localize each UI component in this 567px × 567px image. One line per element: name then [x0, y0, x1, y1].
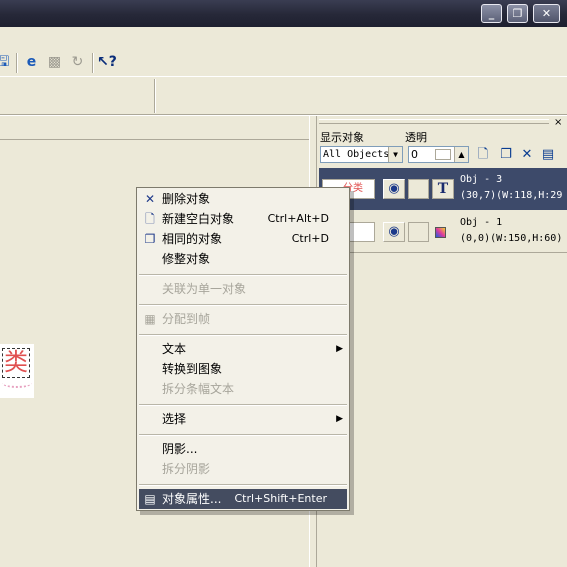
object-filter-value: All Objects [323, 149, 390, 160]
object-row[interactable]: 分类 ◉ T Obj - 3 (30,7)(W:118,H:29 [319, 168, 567, 210]
menu-item-label: 新建空白对象 [162, 212, 235, 226]
canvas-ruler [0, 116, 312, 140]
transparency-slider[interactable] [435, 149, 451, 160]
menu-item-trim[interactable]: 修整对象 [139, 249, 347, 269]
menu-item-label: 分配到帧 [162, 312, 211, 326]
selection-marquee [2, 348, 30, 378]
menu-item-duplicate[interactable]: ❐ 相同的对象 Ctrl+D [139, 229, 347, 249]
menu-item-shortcut: Ctrl+D [291, 232, 329, 245]
minimize-button[interactable]: _ [481, 4, 502, 23]
chevron-down-icon[interactable]: ▼ [388, 147, 402, 162]
panel-close-icon[interactable]: × [554, 117, 562, 128]
object-list: 分类 ◉ T Obj - 3 (30,7)(W:118,H:29 ◉ Obj -… [319, 168, 567, 254]
show-objects-label: 显示对象 [320, 131, 364, 144]
transparency-label: 透明 [405, 131, 427, 144]
menu-separator [139, 484, 347, 486]
object-name: Obj - 3 [460, 174, 503, 185]
toolbar-separator [16, 53, 18, 73]
new-object-icon: 🗋 [145, 212, 155, 226]
title-bar: _ ❐ ✕ [0, 0, 567, 27]
decoration-swirl [2, 378, 32, 388]
menu-item-assign-frame[interactable]: ▦ 分配到帧 [139, 309, 347, 329]
menu-item-label: 阴影... [162, 442, 198, 456]
object-geometry: (0,0)(W:150,H:60) [460, 233, 563, 244]
close-button[interactable]: ✕ [533, 4, 560, 23]
image-object-type-icon [435, 227, 446, 238]
toolbar-splitter [154, 79, 156, 113]
delete-icon: ✕ [144, 192, 156, 206]
object-properties-icon[interactable]: ▤ [539, 146, 557, 164]
delete-object-icon[interactable]: ✕ [518, 146, 536, 164]
toolbar-separator [92, 53, 94, 73]
object-panel: × 显示对象 透明 All Objects ▼ 0 ▲ 🗋 ❐ ✕ ▤ 分类 ◉… [317, 116, 567, 567]
menu-separator [139, 274, 347, 276]
menu-item-label: 转换到图象 [162, 362, 223, 376]
object-name: Obj - 1 [460, 217, 503, 228]
menu-item-to-image[interactable]: 转换到图象 [139, 359, 347, 379]
object-row[interactable]: ◉ Obj - 1 (0,0)(W:150,H:60) [319, 211, 567, 253]
transparency-input[interactable]: 0 ▲ [408, 146, 469, 163]
lock-toggle[interactable] [408, 222, 429, 242]
menu-item-text[interactable]: 文本 ▶ [139, 339, 347, 359]
object-geometry: (30,7)(W:118,H:29 [460, 190, 563, 201]
menu-item-new-blank[interactable]: 🗋 新建空白对象 Ctrl+Alt+D [139, 209, 347, 229]
menu-item-shortcut: Ctrl+Alt+D [267, 212, 329, 225]
refresh-icon[interactable]: ↻ [68, 53, 87, 72]
object-filter-select[interactable]: All Objects ▼ [320, 146, 403, 163]
new-object-icon[interactable]: 🗋 [474, 146, 492, 164]
panel-empty-area [317, 254, 567, 567]
duplicate-object-icon[interactable]: ❐ [497, 146, 515, 164]
menu-item-label: 拆分阴影 [162, 462, 211, 476]
menu-item-label: 文本 [162, 342, 187, 356]
save-icon[interactable]: 🖫 [0, 53, 13, 72]
submenu-arrow-icon: ▶ [336, 344, 343, 354]
preview-icon[interactable]: ▩ [45, 53, 64, 72]
menu-item-delete[interactable]: ✕ 删除对象 [139, 189, 347, 209]
duplicate-icon: ❐ [144, 232, 156, 246]
submenu-arrow-icon: ▶ [336, 414, 343, 424]
menu-item-properties[interactable]: ▤ 对象属性... Ctrl+Shift+Enter [139, 489, 347, 509]
main-toolbar: 🖫 e ▩ ↻ ↖? [0, 27, 567, 77]
menu-separator [139, 334, 347, 336]
menu-item-label: 对象属性... [162, 492, 222, 506]
menu-item-split-banner[interactable]: 拆分条幅文本 [139, 379, 347, 399]
visibility-eye-icon[interactable]: ◉ [383, 179, 405, 199]
menu-item-shadow[interactable]: 阴影... [139, 439, 347, 459]
menu-item-label: 删除对象 [162, 192, 211, 206]
menu-item-link-single[interactable]: 关联为单一对象 [139, 279, 347, 299]
cursor-help-icon[interactable]: ↖? [97, 53, 117, 72]
canvas-object[interactable]: 类 [0, 344, 34, 398]
menu-item-label: 选择 [162, 412, 187, 426]
lock-toggle[interactable] [408, 179, 429, 199]
maximize-button[interactable]: ❐ [507, 4, 528, 23]
menu-separator [139, 404, 347, 406]
menu-item-select[interactable]: 选择 ▶ [139, 409, 347, 429]
internet-explorer-icon[interactable]: e [22, 53, 41, 72]
menu-separator [139, 304, 347, 306]
menu-item-label: 相同的对象 [162, 232, 223, 246]
properties-icon: ▤ [144, 492, 156, 506]
frame-icon: ▦ [144, 312, 156, 326]
secondary-toolbar [0, 77, 567, 114]
text-object-type-icon: T [432, 179, 454, 199]
visibility-eye-icon[interactable]: ◉ [383, 222, 405, 242]
spinner-icon[interactable]: ▲ [454, 147, 468, 162]
menu-item-shortcut: Ctrl+Shift+Enter [234, 492, 327, 505]
transparency-value: 0 [411, 148, 418, 161]
menu-item-label: 拆分条幅文本 [162, 382, 235, 396]
menu-item-label: 关联为单一对象 [162, 282, 247, 296]
help-glyph: ? [108, 54, 117, 70]
panel-grip[interactable] [319, 119, 549, 124]
menu-item-split-shadow[interactable]: 拆分阴影 [139, 459, 347, 479]
context-menu: ✕ 删除对象 🗋 新建空白对象 Ctrl+Alt+D ❐ 相同的对象 Ctrl+… [136, 187, 350, 511]
menu-item-label: 修整对象 [162, 252, 211, 266]
menu-separator [139, 434, 347, 436]
